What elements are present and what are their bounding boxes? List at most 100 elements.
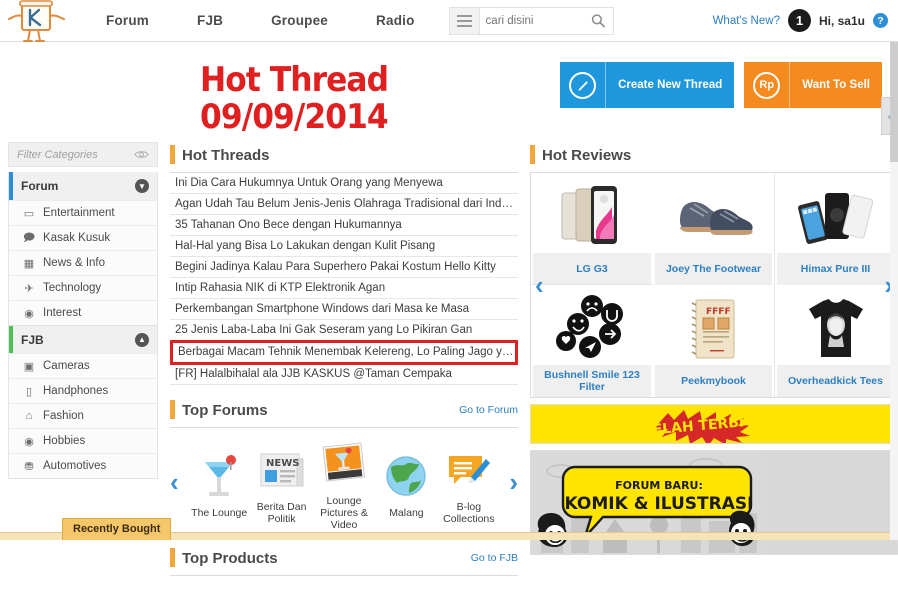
review-item-himax-pure-iii[interactable]: Himax Pure III (775, 173, 897, 285)
forum-item-label: Malang (389, 507, 424, 519)
stamp-line-1: Hot Thread (200, 60, 389, 100)
review-item-label: Joey The Footwear (655, 253, 772, 285)
sidebar-item-interest[interactable]: ◉ Interest (9, 300, 157, 325)
top-forums-prev-arrow[interactable]: ‹ (170, 469, 179, 495)
tv-icon: ▭ (23, 207, 35, 220)
shoes-icon (655, 179, 772, 253)
hot-thread-date-stamp: Hot Thread 09/09/2014 (200, 60, 389, 138)
sidebar-item-fashion[interactable]: ⌂ Fashion (9, 403, 157, 428)
vertical-scrollbar[interactable] (890, 42, 898, 540)
palette-icon: ◉ (24, 435, 34, 448)
kaskus-logo-icon (8, 0, 65, 42)
thread-item[interactable]: Ini Dia Cara Hukumnya Untuk Orang yang M… (170, 173, 518, 194)
nav-item-fjb[interactable]: FJB (173, 13, 247, 28)
user-greeting[interactable]: Hi, sa1u (819, 14, 865, 28)
chevron-down-icon[interactable]: ▼ (135, 179, 149, 193)
kaskus-logo[interactable] (6, 0, 68, 42)
phone-icon: ▯ (25, 385, 33, 398)
search-input[interactable] (485, 14, 590, 27)
filter-categories-bar[interactable]: Filter Categories (8, 142, 158, 167)
forum-item-the-lounge[interactable]: The Lounge (188, 448, 250, 519)
whats-new-link[interactable]: What's New? (713, 15, 780, 27)
stamp-line-2: 09/09/2014 (200, 97, 389, 138)
svg-text:KOMIK & ILUSTRASI: KOMIK & ILUSTRASI (565, 494, 754, 514)
thread-item[interactable]: Agan Udah Tau Belum Jenis-Jenis Olahraga… (170, 194, 518, 215)
help-icon[interactable]: ? (873, 13, 888, 28)
review-item-lg-g3[interactable]: LG G3 (531, 173, 653, 285)
forum-item-berita-dan-politik[interactable]: NEWS Berita Dan Politik (250, 442, 312, 525)
eye-icon[interactable] (134, 149, 149, 160)
sidebar-item-kasak-kusuk[interactable]: 🗩 Kasak Kusuk (9, 225, 157, 250)
sidebar-item-automotives[interactable]: ⛃ Automotives (9, 453, 157, 478)
forum-item-lounge-pictures-video[interactable]: Lounge Pictures & Video (313, 436, 375, 531)
chevron-up-icon[interactable]: ▲ (135, 332, 149, 347)
scrollbar-thumb[interactable] (890, 42, 898, 162)
sidebar-item-label: Handphones (43, 385, 109, 397)
review-item-overheadkick-tees[interactable]: Overheadkick Tees (775, 285, 897, 397)
thread-item[interactable]: Hal-Hal yang Bisa Lo Lakukan dengan Kuli… (170, 236, 518, 257)
review-item-peekmybook[interactable]: FFFF Peekmybook (653, 285, 775, 397)
hot-threads-header: Hot Threads (170, 142, 518, 168)
top-forums-title: Top Forums (182, 401, 268, 419)
nav-item-forum[interactable]: Forum (82, 13, 173, 28)
thread-item[interactable]: Intip Rahasia NIK di KTP Elektronik Agan (170, 278, 518, 299)
nav-item-groupee[interactable]: Groupee (247, 13, 352, 28)
svg-text:FORUM BARU:: FORUM BARU: (615, 479, 703, 492)
recently-bought-tab[interactable]: Recently Bought (62, 518, 172, 540)
nav-item-radio[interactable]: Radio (352, 13, 439, 28)
notebook-icon: FFFF (655, 291, 772, 365)
go-to-forum-link[interactable]: Go to Forum (459, 404, 518, 416)
top-products-header: Top Products Go to FJB (170, 545, 518, 571)
top-forums-next-arrow[interactable]: › (509, 469, 518, 495)
main-content: Hot Threads Ini Dia Cara Hukumnya Untuk … (170, 50, 898, 589)
svg-text:NEWS: NEWS (266, 458, 299, 469)
main-nav: Forum FJB Groupee Radio (82, 13, 439, 28)
category-panel: Forum ▼ ▭ Entertainment 🗩 Kasak Kusuk ▦ … (8, 172, 158, 479)
site-header: Forum FJB Groupee Radio What's New? 1 Hi… (0, 0, 898, 42)
search-box[interactable] (478, 6, 614, 35)
sidebar-item-entertainment[interactable]: ▭ Entertainment (9, 200, 157, 225)
header-user-area: What's New? 1 Hi, sa1u ? (713, 9, 888, 32)
thread-item[interactable]: Perkembangan Smartphone Windows dari Mas… (170, 299, 518, 320)
category-group-forum-header[interactable]: Forum ▼ (9, 172, 157, 200)
search-icon[interactable] (590, 13, 606, 28)
sidebar-item-news-info[interactable]: ▦ News & Info (9, 250, 157, 275)
hot-reviews-grid: ‹ › LG G3 Joey The Footwear Himax Pure I… (530, 172, 898, 398)
thread-item[interactable]: [FR] Halalbihalal ala JJB KASKUS @Taman … (170, 364, 518, 385)
sidebar-item-label: Entertainment (43, 207, 115, 219)
sidebar-item-cameras[interactable]: ▣ Cameras (9, 353, 157, 378)
review-item-bushnell-smile-123-filter[interactable]: Bushnell Smile 123 Filter (531, 285, 653, 397)
forum-item-label: The Lounge (191, 507, 248, 519)
hamburger-menu-icon[interactable] (448, 6, 479, 35)
review-item-joey-the-footwear[interactable]: Joey The Footwear (653, 173, 775, 285)
avatar[interactable]: 1 (787, 9, 811, 32)
sidebar-item-label: Cameras (43, 360, 90, 372)
page-body: Filter Categories Forum ▼ ▭ Entertainmen… (0, 42, 898, 589)
create-new-thread-button[interactable]: Create New Thread (560, 62, 735, 108)
rupiah-icon: Rp (744, 62, 791, 108)
photo-icon (319, 436, 369, 492)
category-group-fjb-title: FJB (21, 332, 44, 347)
thread-item-highlighted[interactable]: Berbagai Macam Tehnik Menembak Kelereng,… (170, 340, 518, 365)
thread-item[interactable]: Begini Jadinya Kalau Para Superhero Paka… (170, 257, 518, 278)
review-item-label: Peekmybook (655, 365, 772, 397)
sidebar-item-technology[interactable]: ✈ Technology (9, 275, 157, 300)
banner-telah-terbit[interactable]: TELAH TERBIT! (530, 404, 898, 444)
sidebar-item-handphones[interactable]: ▯ Handphones (9, 378, 157, 403)
go-to-fjb-link[interactable]: Go to FJB (471, 552, 518, 564)
thread-item[interactable]: 25 Jenis Laba-Laba Ini Gak Seseram yang … (170, 320, 518, 341)
hot-reviews-title: Hot Reviews (542, 146, 632, 164)
smartphone-icon (777, 179, 894, 253)
want-to-sell-button[interactable]: Rp Want To Sell (744, 62, 882, 108)
action-buttons: Create New Thread Rp Want To Sell (560, 62, 882, 108)
category-group-fjb-header[interactable]: FJB ▲ (9, 325, 157, 353)
thread-item[interactable]: 35 Tahanan Ono Bece dengan Hukumannya (170, 215, 518, 236)
hot-reviews-prev-arrow[interactable]: ‹ (535, 272, 544, 298)
forum-item-b-log-collections[interactable]: B-log Collections (438, 442, 500, 525)
forum-item-malang[interactable]: Malang (375, 448, 437, 519)
smartphone-icon (533, 179, 651, 253)
sidebar-item-hobbies[interactable]: ◉ Hobbies (9, 428, 157, 453)
hot-reviews-header: Hot Reviews (530, 142, 898, 168)
hot-reviews-column: Hot Reviews ‹ › LG G3 Joey The Footwear … (530, 142, 898, 589)
svg-text:FFFF: FFFF (706, 307, 731, 317)
